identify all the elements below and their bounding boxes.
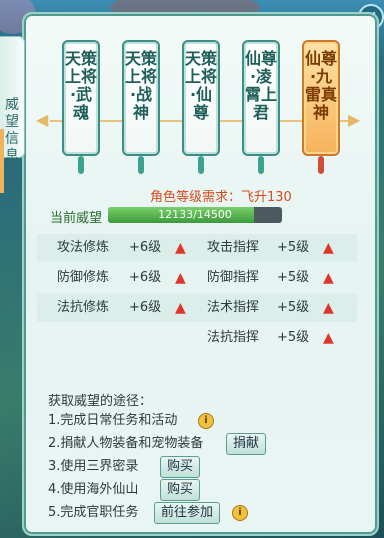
rank-label: 天策上将·仙尊 [184,49,217,122]
tassel-icon [198,156,204,174]
rank-card-zhanshen[interactable]: 天策上将·战神 [122,40,160,174]
source-text: 2.捐献人物装备和宠物装备 [48,436,204,451]
table-row: 法抗指挥 +5级 ▲ [37,324,357,352]
source-text: 1.完成日常任务和活动 [48,413,178,428]
bonus-label: 攻击指挥 [207,240,260,255]
list-item: 2.捐献人物装备和宠物装备 捐献 [48,432,368,455]
bonus-table: 攻法修炼 +6级 ▲ 攻击指挥 +5级 ▲ 防御修炼 +6级 ▲ 防御指挥 +5… [37,234,357,354]
rank-label: 天策上将·武魂 [64,49,97,122]
arrow-up-icon: ▲ [323,300,334,316]
bonus-value: +6级 [129,240,162,255]
bonus-label: 防御指挥 [207,270,260,285]
list-item: 3.使用三界密录 购买 [48,455,368,478]
rank-track: ◀ ▶ 天策上将·武魂 天策上将·战神 天策上将·仙尊 仙尊·凌霄上君 仙尊·九… [30,30,370,180]
prestige-sources: 获取威望的途径： 1.完成日常任务和活动 i 2.捐献人物装备和宠物装备 捐献 … [48,390,368,524]
tassel-icon [258,156,264,174]
rank-card-jiulei[interactable]: 仙尊·九雷真神 [302,40,340,174]
prestige-progress-text: 12133/14500 [158,208,232,221]
info-icon[interactable]: i [198,413,214,429]
bonus-value: +5级 [277,240,310,255]
prestige-progress-bar: 12133/14500 [108,207,282,223]
bonus-value: +5级 [277,270,310,285]
rank-label: 天策上将·战神 [124,49,157,122]
tassel-icon [318,156,324,174]
bonus-value: +5级 [277,300,310,315]
tab-indicator [0,129,4,193]
bonus-value: +5级 [277,330,310,345]
table-row: 攻法修炼 +6级 ▲ 攻击指挥 +5级 ▲ [37,234,357,262]
scroll-left-arrow-icon[interactable]: ◀ [36,112,52,128]
bonus-value: +6级 [129,270,162,285]
tab-prestige-info-label: 威望信息 [5,97,19,164]
arrow-up-icon: ▲ [175,270,186,286]
list-item: 4.使用海外仙山 购买 [48,478,368,501]
bonus-label: 法术指挥 [207,300,260,315]
arrow-up-icon: ▲ [323,240,334,256]
table-row: 法抗修炼 +6级 ▲ 法术指挥 +5级 ▲ [37,294,357,322]
source-text: 3.使用三界密录 [48,459,139,474]
list-item: 5.完成官职任务 前往参加 i [48,501,368,524]
bonus-label: 法抗指挥 [207,330,260,345]
tassel-icon [138,156,144,174]
current-prestige-label: 当前威望 [50,211,103,226]
source-text: 4.使用海外仙山 [48,482,139,497]
bonus-label: 攻法修炼 [57,240,110,255]
source-text: 5.完成官职任务 [48,505,139,520]
bonus-label: 防御修炼 [57,270,110,285]
table-row: 防御修炼 +6级 ▲ 防御指挥 +5级 ▲ [37,264,357,292]
arrow-up-icon: ▲ [323,330,334,346]
rank-label: 仙尊·凌霄上君 [244,49,277,122]
scroll-right-arrow-icon[interactable]: ▶ [348,112,364,128]
arrow-up-icon: ▲ [323,270,334,286]
bonus-label: 法抗修炼 [57,300,110,315]
arrow-up-icon: ▲ [175,300,186,316]
go-participate-button[interactable]: 前往参加 [154,502,221,524]
donate-button[interactable]: 捐献 [226,433,267,455]
sources-title: 获取威望的途径： [48,394,153,409]
buy-button[interactable]: 购买 [160,479,201,501]
rank-card-wuhun[interactable]: 天策上将·武魂 [62,40,100,174]
rank-card-xianzun[interactable]: 天策上将·仙尊 [182,40,220,174]
rank-label: 仙尊·九雷真神 [304,49,337,122]
list-item: 1.完成日常任务和活动 i [48,409,368,432]
level-requirement: 角色等级需求：飞升130 [150,190,292,205]
arrow-up-icon: ▲ [175,240,186,256]
bonus-value: +6级 [129,300,162,315]
tab-prestige-info[interactable]: 威望信息 [0,36,25,193]
buy-button[interactable]: 购买 [160,456,201,478]
rank-card-lingxiao[interactable]: 仙尊·凌霄上君 [242,40,280,174]
info-icon[interactable]: i [232,505,248,521]
tassel-icon [78,156,84,174]
